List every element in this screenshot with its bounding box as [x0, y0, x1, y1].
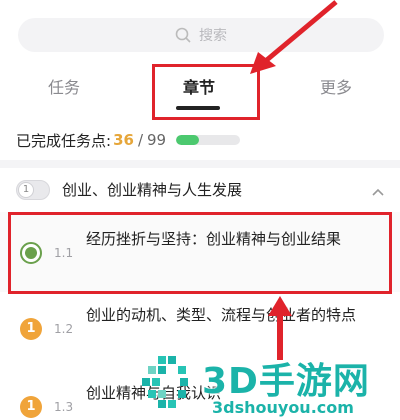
arrow-to-tab-icon — [250, 0, 338, 74]
watermark-brand: 3D手游网 — [202, 361, 370, 402]
chapter-list-screen: 搜索 任务 章节 更多 已完成任务点: 36 / 99 1 创业、创业精神与人生… — [0, 0, 400, 420]
watermark-url: 3dshouyou.com — [212, 398, 354, 417]
site-watermark: 3D手游网 3dshouyou.com — [140, 348, 400, 420]
watermark-logo-icon — [142, 356, 188, 408]
